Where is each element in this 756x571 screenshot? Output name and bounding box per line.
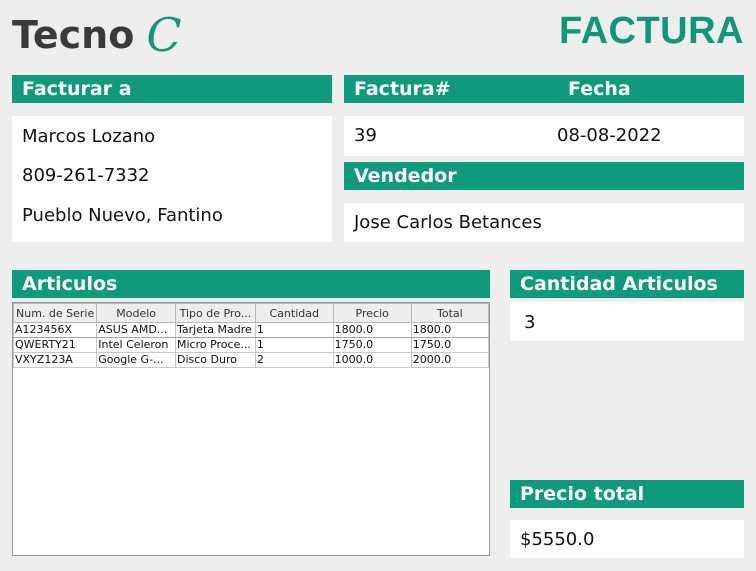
invoice-date: 08-08-2022 bbox=[557, 125, 662, 146]
articles-table[interactable]: Num. de Serie Modelo Tipo de Pro... Cant… bbox=[13, 303, 489, 368]
table-cell[interactable]: Google G-... bbox=[96, 352, 176, 368]
column-header-model[interactable]: Modelo bbox=[96, 303, 176, 323]
articles-table-container[interactable]: Num. de Serie Modelo Tipo de Pro... Cant… bbox=[12, 302, 490, 556]
table-cell[interactable]: Tarjeta Madre bbox=[174, 322, 256, 338]
table-row[interactable]: A123456X ASUS AMD... Tarjeta Madre 1 180… bbox=[13, 322, 489, 338]
customer-name: Marcos Lozano bbox=[22, 126, 156, 147]
invoice-date-header: Fecha bbox=[568, 78, 631, 100]
total-panel: $5550.0 bbox=[510, 520, 744, 558]
column-header-serial[interactable]: Num. de Serie bbox=[13, 303, 98, 323]
brand-logo: Tecno C bbox=[12, 8, 182, 62]
table-row[interactable]: VXYZ123A Google G-... Disco Duro 2 1000.… bbox=[13, 352, 489, 368]
table-cell[interactable]: ASUS AMD... bbox=[96, 322, 176, 338]
table-cell[interactable]: Micro Proce... bbox=[174, 337, 256, 353]
column-header-type[interactable]: Tipo de Pro... bbox=[174, 303, 256, 323]
quantity-header: Cantidad Articulos bbox=[510, 270, 744, 298]
table-cell[interactable]: 1800.0 bbox=[410, 322, 489, 338]
total-header: Precio total bbox=[510, 480, 744, 508]
brand-name: Tecno bbox=[12, 13, 135, 57]
brand-mark: C bbox=[146, 8, 182, 62]
invoice-header-bar: Factura# Fecha bbox=[344, 75, 744, 103]
table-cell[interactable]: Disco Duro bbox=[174, 352, 256, 368]
table-cell[interactable]: 1 bbox=[254, 337, 334, 353]
table-cell[interactable]: 1 bbox=[254, 322, 334, 338]
bill-to-header: Facturar a bbox=[12, 75, 332, 103]
bill-to-panel: Marcos Lozano 809-261-7332 Pueblo Nuevo,… bbox=[12, 116, 332, 242]
table-cell[interactable]: 2 bbox=[254, 352, 334, 368]
table-cell[interactable]: 1000.0 bbox=[332, 352, 412, 368]
column-header-price[interactable]: Precio bbox=[332, 303, 412, 323]
quantity-panel: 3 bbox=[510, 302, 744, 341]
column-header-total[interactable]: Total bbox=[410, 303, 489, 323]
quantity-value: 3 bbox=[524, 312, 536, 333]
table-cell[interactable]: Intel Celeron bbox=[96, 337, 176, 353]
seller-name: Jose Carlos Betances bbox=[354, 212, 542, 233]
total-value: $5550.0 bbox=[520, 529, 595, 550]
table-cell[interactable]: 2000.0 bbox=[410, 352, 489, 368]
seller-header: Vendedor bbox=[344, 162, 744, 190]
invoice-number-header: Factura# bbox=[354, 78, 451, 100]
table-header-row: Num. de Serie Modelo Tipo de Pro... Cant… bbox=[13, 303, 489, 323]
invoice-number: 39 bbox=[354, 125, 377, 146]
table-cell[interactable]: 1750.0 bbox=[410, 337, 489, 353]
document-title: FACTURA bbox=[558, 10, 744, 52]
table-cell[interactable]: QWERTY21 bbox=[13, 337, 98, 353]
table-cell[interactable]: 1750.0 bbox=[332, 337, 412, 353]
table-cell[interactable]: A123456X bbox=[13, 322, 98, 338]
table-row[interactable]: QWERTY21 Intel Celeron Micro Proce... 1 … bbox=[13, 337, 489, 353]
customer-phone: 809-261-7332 bbox=[22, 165, 150, 186]
invoice-panel: 39 08-08-2022 bbox=[344, 116, 744, 156]
seller-panel: Jose Carlos Betances bbox=[344, 203, 744, 242]
column-header-quantity[interactable]: Cantidad bbox=[254, 303, 334, 323]
table-cell[interactable]: 1800.0 bbox=[332, 322, 412, 338]
table-cell[interactable]: VXYZ123A bbox=[13, 352, 98, 368]
articles-header: Articulos bbox=[12, 270, 490, 298]
customer-address: Pueblo Nuevo, Fantino bbox=[22, 205, 223, 226]
